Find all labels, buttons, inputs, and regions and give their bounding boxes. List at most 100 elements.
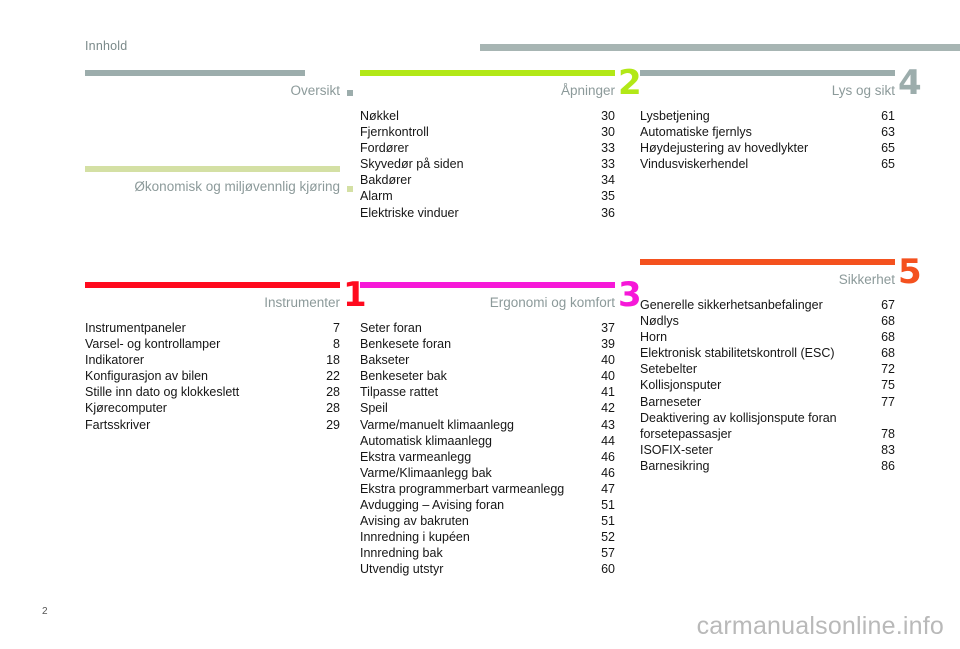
section-head: Åpninger 2 [360,66,642,106]
watermark-text: carmanualsonline.info [696,612,944,640]
toc-entry[interactable]: Benkesete foran 39 [360,336,615,352]
toc-entry-label: Innredning i kupéen [360,530,470,545]
toc-entry-page: 40 [601,353,615,368]
toc-entry[interactable]: Innredning bak 57 [360,545,615,561]
section-title: Oversikt [290,83,340,98]
toc-entry-page: 41 [601,385,615,400]
toc-entry[interactable]: Elektriske vinduer 36 [360,205,615,221]
toc-entry-page: 51 [601,514,615,529]
toc-section-sikkerhet[interactable]: Sikkerhet 5 Generelle sikkerhetsanbefali… [640,255,922,474]
toc-entry[interactable]: Kollisjonsputer 75 [640,377,895,393]
toc-section-apninger[interactable]: Åpninger 2 Nøkkel 30 Fjernkontroll 30 Fordør… [360,66,642,221]
toc-entry[interactable]: Fartsskriver 29 [85,417,340,433]
toc-entry[interactable]: Lysbetjening 61 [640,108,895,124]
toc-entry[interactable]: Kjørecomputer 28 [85,400,340,416]
toc-entry[interactable]: Alarm 35 [360,188,615,204]
toc-section-oversikt[interactable]: Oversikt [85,70,353,106]
section-marker-square [347,90,353,96]
toc-entry-page: 65 [881,157,895,172]
section-number: 3 [618,275,642,315]
toc-entry[interactable]: Skyvedør på siden 33 [360,156,615,172]
toc-entry[interactable]: Nøkkel 30 [360,108,615,124]
toc-entry[interactable]: Deaktivering av kollisjonspute foran fors… [640,410,895,442]
toc-entry-label: Horn [640,330,668,345]
section-entry-list: Seter foran 37 Benkesete foran 39 Bakseter 40… [360,320,615,578]
toc-entry[interactable]: Seter foran 37 [360,320,615,336]
toc-entry[interactable]: Setebelter 72 [640,361,895,377]
toc-section-lys-og-sikt[interactable]: Lys og sikt 4 Lysbetjening 61 Automatiske … [640,66,922,172]
toc-entry[interactable]: Elektronisk stabilitetskontroll (ESC) 68 [640,345,895,361]
toc-entry[interactable]: Indikatorer 18 [85,352,340,368]
toc-entry-page: 77 [881,394,895,409]
toc-entry-page: 7 [333,321,340,335]
toc-entry[interactable]: Speil 42 [360,400,615,416]
toc-entry-label: Fartsskriver [85,417,151,432]
toc-entry[interactable]: Barneseter 77 [640,394,895,410]
section-head: Ergonomi og komfort 3 [360,278,642,318]
toc-entry-page: 42 [601,401,615,416]
toc-entry[interactable]: Nødlys 68 [640,313,895,329]
toc-entry-page: 75 [881,378,895,393]
toc-entry-page: 43 [601,417,615,432]
toc-entry[interactable]: Innredning i kupéen 52 [360,529,615,545]
section-entry-list: Lysbetjening 61 Automatiske fjernlys 63 Høyd… [640,108,895,172]
toc-entry-label: Konfigurasjon av bilen [85,369,208,384]
toc-entry-page: 39 [601,337,615,352]
toc-entry[interactable]: Bakseter 40 [360,352,615,368]
toc-entry-page: 33 [601,157,615,172]
toc-entry[interactable]: Høydejustering av hovedlykter 65 [640,140,895,156]
toc-entry-label: Varme/manuelt klimaanlegg [360,417,515,432]
toc-entry[interactable]: Stille inn dato og klokkeslett 28 [85,384,340,400]
toc-entry[interactable]: Avdugging – Avising foran 51 [360,497,615,513]
toc-entry-label: Vindusviskerhendel [640,157,749,172]
page-number: 2 [42,606,48,617]
toc-entry-page: 67 [881,298,895,312]
toc-entry[interactable]: Tilpasse rattet 41 [360,384,615,400]
toc-entry[interactable]: Generelle sikkerhetsanbefalinger 67 [640,297,895,313]
toc-entry-label: Generelle sikkerhetsanbefalinger [640,298,823,312]
toc-entry-page: 60 [601,562,615,577]
toc-section-ergonomi-og-komfort[interactable]: Ergonomi og komfort 3 Seter foran 37 Benke… [360,278,642,578]
toc-section-instrumenter[interactable]: Instrumenter 1 Instrumentpaneler 7 Varsel-… [85,278,367,433]
toc-entry-page: 68 [881,330,895,345]
toc-entry[interactable]: Automatisk klimaanlegg 44 [360,433,615,449]
toc-entry-page: 18 [326,353,340,368]
toc-entry-label: Setebelter [640,362,697,377]
toc-entry[interactable]: Varme/Klimaanlegg bak 46 [360,465,615,481]
toc-entry[interactable]: Utvendig utstyr 60 [360,561,615,577]
toc-entry-page: 35 [601,189,615,204]
toc-entry[interactable]: Fjernkontroll 30 [360,124,615,140]
toc-entry[interactable]: Vindusviskerhendel 65 [640,156,895,172]
toc-entry-page: 46 [601,465,615,480]
toc-entry[interactable]: Benkeseter bak 40 [360,368,615,384]
toc-entry-page: 40 [601,369,615,384]
toc-entry-label: Ekstra programmerbart varmeanlegg [360,481,565,496]
toc-entry[interactable]: Varsel- og kontrollamper 8 [85,336,340,352]
toc-entry-page: 34 [601,173,615,188]
toc-entry-page: 29 [326,417,340,432]
toc-entry-label: Høydejustering av hovedlykter [640,141,809,156]
toc-entry[interactable]: Automatiske fjernlys 63 [640,124,895,140]
toc-entry-page: 51 [601,498,615,513]
toc-entry-label: Varme/Klimaanlegg bak [360,465,492,480]
toc-entry-label: Elektronisk stabilitetskontroll (ESC) [640,346,835,361]
section-head: Oversikt [85,76,353,106]
toc-entry[interactable]: Konfigurasjon av bilen 22 [85,368,340,384]
toc-entry[interactable]: Horn 68 [640,329,895,345]
toc-section-okonomisk-miljovennlig-kjoring[interactable]: Økonomisk og miljøvennlig kjøring [85,166,353,202]
toc-entry[interactable]: Instrumentpaneler 7 [85,320,340,336]
toc-entry[interactable]: Varme/manuelt klimaanlegg 43 [360,417,615,433]
toc-entry[interactable]: Ekstra programmerbart varmeanlegg 47 [360,481,615,497]
toc-entry-label: Varsel- og kontrollamper [85,337,221,352]
section-title: Sikkerhet [838,272,895,287]
toc-entry-page: 28 [326,401,340,416]
toc-entry[interactable]: ISOFIX-seter 83 [640,442,895,458]
toc-entry[interactable]: Fordører 33 [360,140,615,156]
toc-entry-label: Stille inn dato og klokkeslett [85,385,240,400]
toc-entry-label: Indikatorer [85,353,145,368]
toc-entry[interactable]: Ekstra varmeanlegg 46 [360,449,615,465]
toc-entry-label: Avising av bakruten [360,514,469,529]
toc-entry[interactable]: Bakdører 34 [360,172,615,188]
toc-entry[interactable]: Barnesikring 86 [640,458,895,474]
toc-entry[interactable]: Avising av bakruten 51 [360,513,615,529]
